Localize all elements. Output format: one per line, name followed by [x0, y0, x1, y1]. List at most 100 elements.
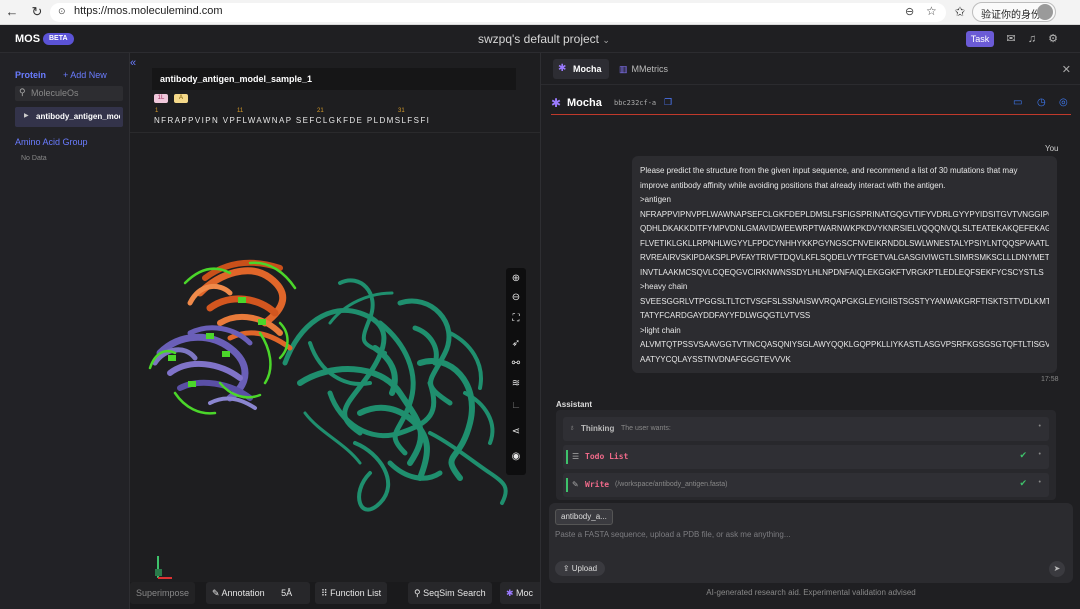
avatar: [1037, 4, 1053, 20]
app-logo[interactable]: MOS: [15, 33, 40, 45]
sidebar-item-protein[interactable]: ▶ antibody_antigen_model_sample_1: [15, 107, 123, 127]
eye-icon[interactable]: ◉: [506, 451, 526, 462]
structure-viewer: « antibody_antigen_model_sample_1 1L A 1…: [130, 53, 540, 609]
assistant-steps: ♁ Thinking The user wants: • ☰ Todo List…: [556, 410, 1056, 500]
project-selector[interactable]: swzpq's default project ⌄: [478, 32, 610, 46]
amino-acid-group-title: Amino Acid Group: [15, 137, 88, 147]
favorites-icon[interactable]: ✩: [952, 4, 968, 20]
protein-section-title: Protein: [15, 70, 47, 80]
chat-title: Mocha: [567, 97, 602, 109]
url-text: https://mos.moleculemind.com: [74, 5, 223, 17]
mocha-button[interactable]: ✱ Moc: [500, 582, 540, 604]
message-line: INVTLAAKMCSQVLCQEQGVCIRKNWNSSDYLHLNPDNFA…: [640, 267, 1044, 277]
message-timestamp: 17:58: [1041, 376, 1059, 383]
send-icon[interactable]: ➤: [1049, 561, 1065, 577]
upload-button[interactable]: ⇪ Upload: [555, 561, 605, 576]
address-bar[interactable]: ⊙ https://mos.moleculemind.com ⊖ ☆: [50, 3, 946, 22]
function-list-label: Function List: [330, 588, 382, 598]
search-placeholder: MoleculeOs: [31, 88, 79, 98]
ruler-tick: 1: [155, 108, 159, 114]
seqsim-label: SeqSim Search: [423, 588, 486, 598]
disclaimer-text: AI-generated research aid. Experimental …: [706, 588, 916, 597]
zoom-in-icon[interactable]: ⊕: [506, 273, 526, 284]
mail-icon[interactable]: ✉: [1004, 32, 1018, 46]
profile-label: 验证你的身份: [981, 10, 1041, 21]
search-icon: ⚲: [414, 588, 424, 598]
mocha-logo-icon: ✱: [551, 96, 562, 110]
mocha-icon: ✱: [506, 588, 517, 598]
sequence-text[interactable]: NFRAPPVIPN VPFLWAWNAP SEFCLGKFDE PLDMSLF…: [154, 116, 430, 125]
chart-icon: ▥: [619, 64, 628, 74]
viewer-bottom-toolbar: Superimpose ✎ Annotation 5Å ⠿ Function L…: [130, 582, 540, 609]
axis-icon[interactable]: ∟: [506, 400, 526, 411]
no-data-text: No Data: [21, 155, 47, 162]
pick-icon[interactable]: ➶: [506, 338, 526, 349]
expand-icon[interactable]: •: [1039, 423, 1041, 430]
pencil-icon: ✎: [212, 588, 222, 598]
history-icon[interactable]: ◷: [1037, 97, 1046, 108]
measure-icon[interactable]: ⚯: [506, 358, 526, 369]
bell-icon[interactable]: ♫: [1025, 32, 1039, 46]
mocha-icon: ✱: [558, 63, 567, 74]
chat-composer: antibody_a... Paste a FASTA sequence, up…: [549, 503, 1073, 583]
task-button[interactable]: Task: [966, 31, 994, 47]
favorite-star-icon[interactable]: ☆: [926, 4, 937, 18]
chain-chip[interactable]: 1L: [154, 94, 168, 103]
close-icon[interactable]: ✕: [1062, 63, 1071, 76]
settings-icon[interactable]: ◎: [1059, 97, 1068, 108]
write-step[interactable]: ✎ Write (/workspace/antibody_antigen.fas…: [563, 473, 1049, 497]
viewer-toolbar: ⊕ ⊖ ⛶ ➶ ⚯ ≋ ∟ ⋖ ◉: [506, 268, 526, 475]
upload-icon: ⇪: [562, 564, 572, 573]
message-line: FLVETIKLGKLLRPNHLWGYYLFPDCYNHHYKKPGYNGSC…: [640, 238, 1049, 248]
zoom-out-icon[interactable]: ⊖: [506, 292, 526, 303]
thinking-step[interactable]: ♁ Thinking The user wants: •: [563, 417, 1049, 441]
message-line: improve antibody affinity while avoiding…: [640, 180, 946, 190]
add-new-button[interactable]: + Add New: [63, 70, 107, 80]
superimpose-button[interactable]: Superimpose: [130, 582, 196, 604]
share-icon[interactable]: ⋖: [506, 426, 526, 437]
app-header: MOS BETA swzpq's default project ⌄ Task …: [0, 25, 1080, 53]
sidebar-item-label: antibody_antigen_model_sample_1: [36, 112, 120, 121]
message-line: AATYYCQLAYSSTNVDNAFGGGTEVVVK: [640, 354, 791, 364]
message-line: Please predict the structure from the gi…: [640, 166, 1018, 175]
ruler-tick: 11: [237, 108, 244, 114]
molecule-3d-view[interactable]: [130, 133, 530, 553]
gear-icon[interactable]: ⚙: [1046, 32, 1060, 46]
grid-icon: ⠿: [321, 588, 331, 598]
collapse-sidebar-icon[interactable]: «: [130, 57, 136, 69]
upload-label: Upload: [571, 564, 598, 573]
surface-icon[interactable]: ≋: [506, 378, 526, 389]
tab-mocha-label: Mocha: [573, 64, 602, 74]
chat-input[interactable]: Paste a FASTA sequence, upload a PDB fil…: [555, 530, 791, 539]
tab-mmetrics[interactable]: ▥ MMetrics: [619, 64, 668, 75]
caret-right-icon[interactable]: ▶: [24, 112, 29, 119]
message-line: NFRAPPVIPNVPFLWAWNAPSEFCLGKFDEPLDMSLFSFI…: [640, 209, 1049, 219]
back-icon[interactable]: ←: [4, 4, 20, 20]
annotation-button[interactable]: ✎ Annotation 5Å: [206, 582, 310, 604]
function-list-button[interactable]: ⠿ Function List: [315, 582, 388, 604]
zoom-icon[interactable]: ⊖: [905, 5, 914, 18]
fit-view-icon[interactable]: ⛶: [506, 313, 526, 324]
reload-icon[interactable]: ↻: [29, 4, 45, 20]
molecule-search-input[interactable]: ⚲ MoleculeOs: [15, 86, 123, 101]
profile-button[interactable]: 验证你的身份: [972, 2, 1056, 22]
message-line: >antigen: [640, 195, 671, 204]
message-line: >heavy chain: [640, 282, 688, 291]
attachment-chip[interactable]: antibody_a...: [555, 509, 613, 525]
tab-mmetrics-label: MMetrics: [631, 64, 669, 74]
folder-icon[interactable]: ▭: [1013, 97, 1022, 108]
browser-chrome: ← ↻ ⊙ https://mos.moleculemind.com ⊖ ☆ ✩…: [0, 0, 1080, 25]
chain-chip[interactable]: A: [174, 94, 188, 103]
check-circle-icon: ✔: [1019, 478, 1027, 488]
copy-icon[interactable]: ❐: [664, 97, 672, 108]
site-info-icon[interactable]: ⊙: [58, 6, 66, 17]
check-circle-icon: ✔: [1019, 450, 1027, 460]
expand-icon[interactable]: •: [1039, 451, 1041, 458]
message-line: QDHLDKAKKDITFYMPVDNLGMAVIDWEEWRPTWARNWKP…: [640, 224, 1049, 233]
message-line: TATYFCARDGAYDDFAYYFDLWGQGTLVTVSS: [640, 311, 811, 320]
expand-icon[interactable]: •: [1039, 479, 1041, 486]
todo-step[interactable]: ☰ Todo List ✔ •: [563, 445, 1049, 469]
seqsim-search-button[interactable]: ⚲ SeqSim Search: [408, 582, 492, 604]
tab-mocha[interactable]: ✱ Mocha: [553, 59, 609, 79]
assistant-panel: ✱ Mocha ▥ MMetrics ✕ ✱ Mocha bbc232cf-a ❐…: [540, 53, 1080, 609]
